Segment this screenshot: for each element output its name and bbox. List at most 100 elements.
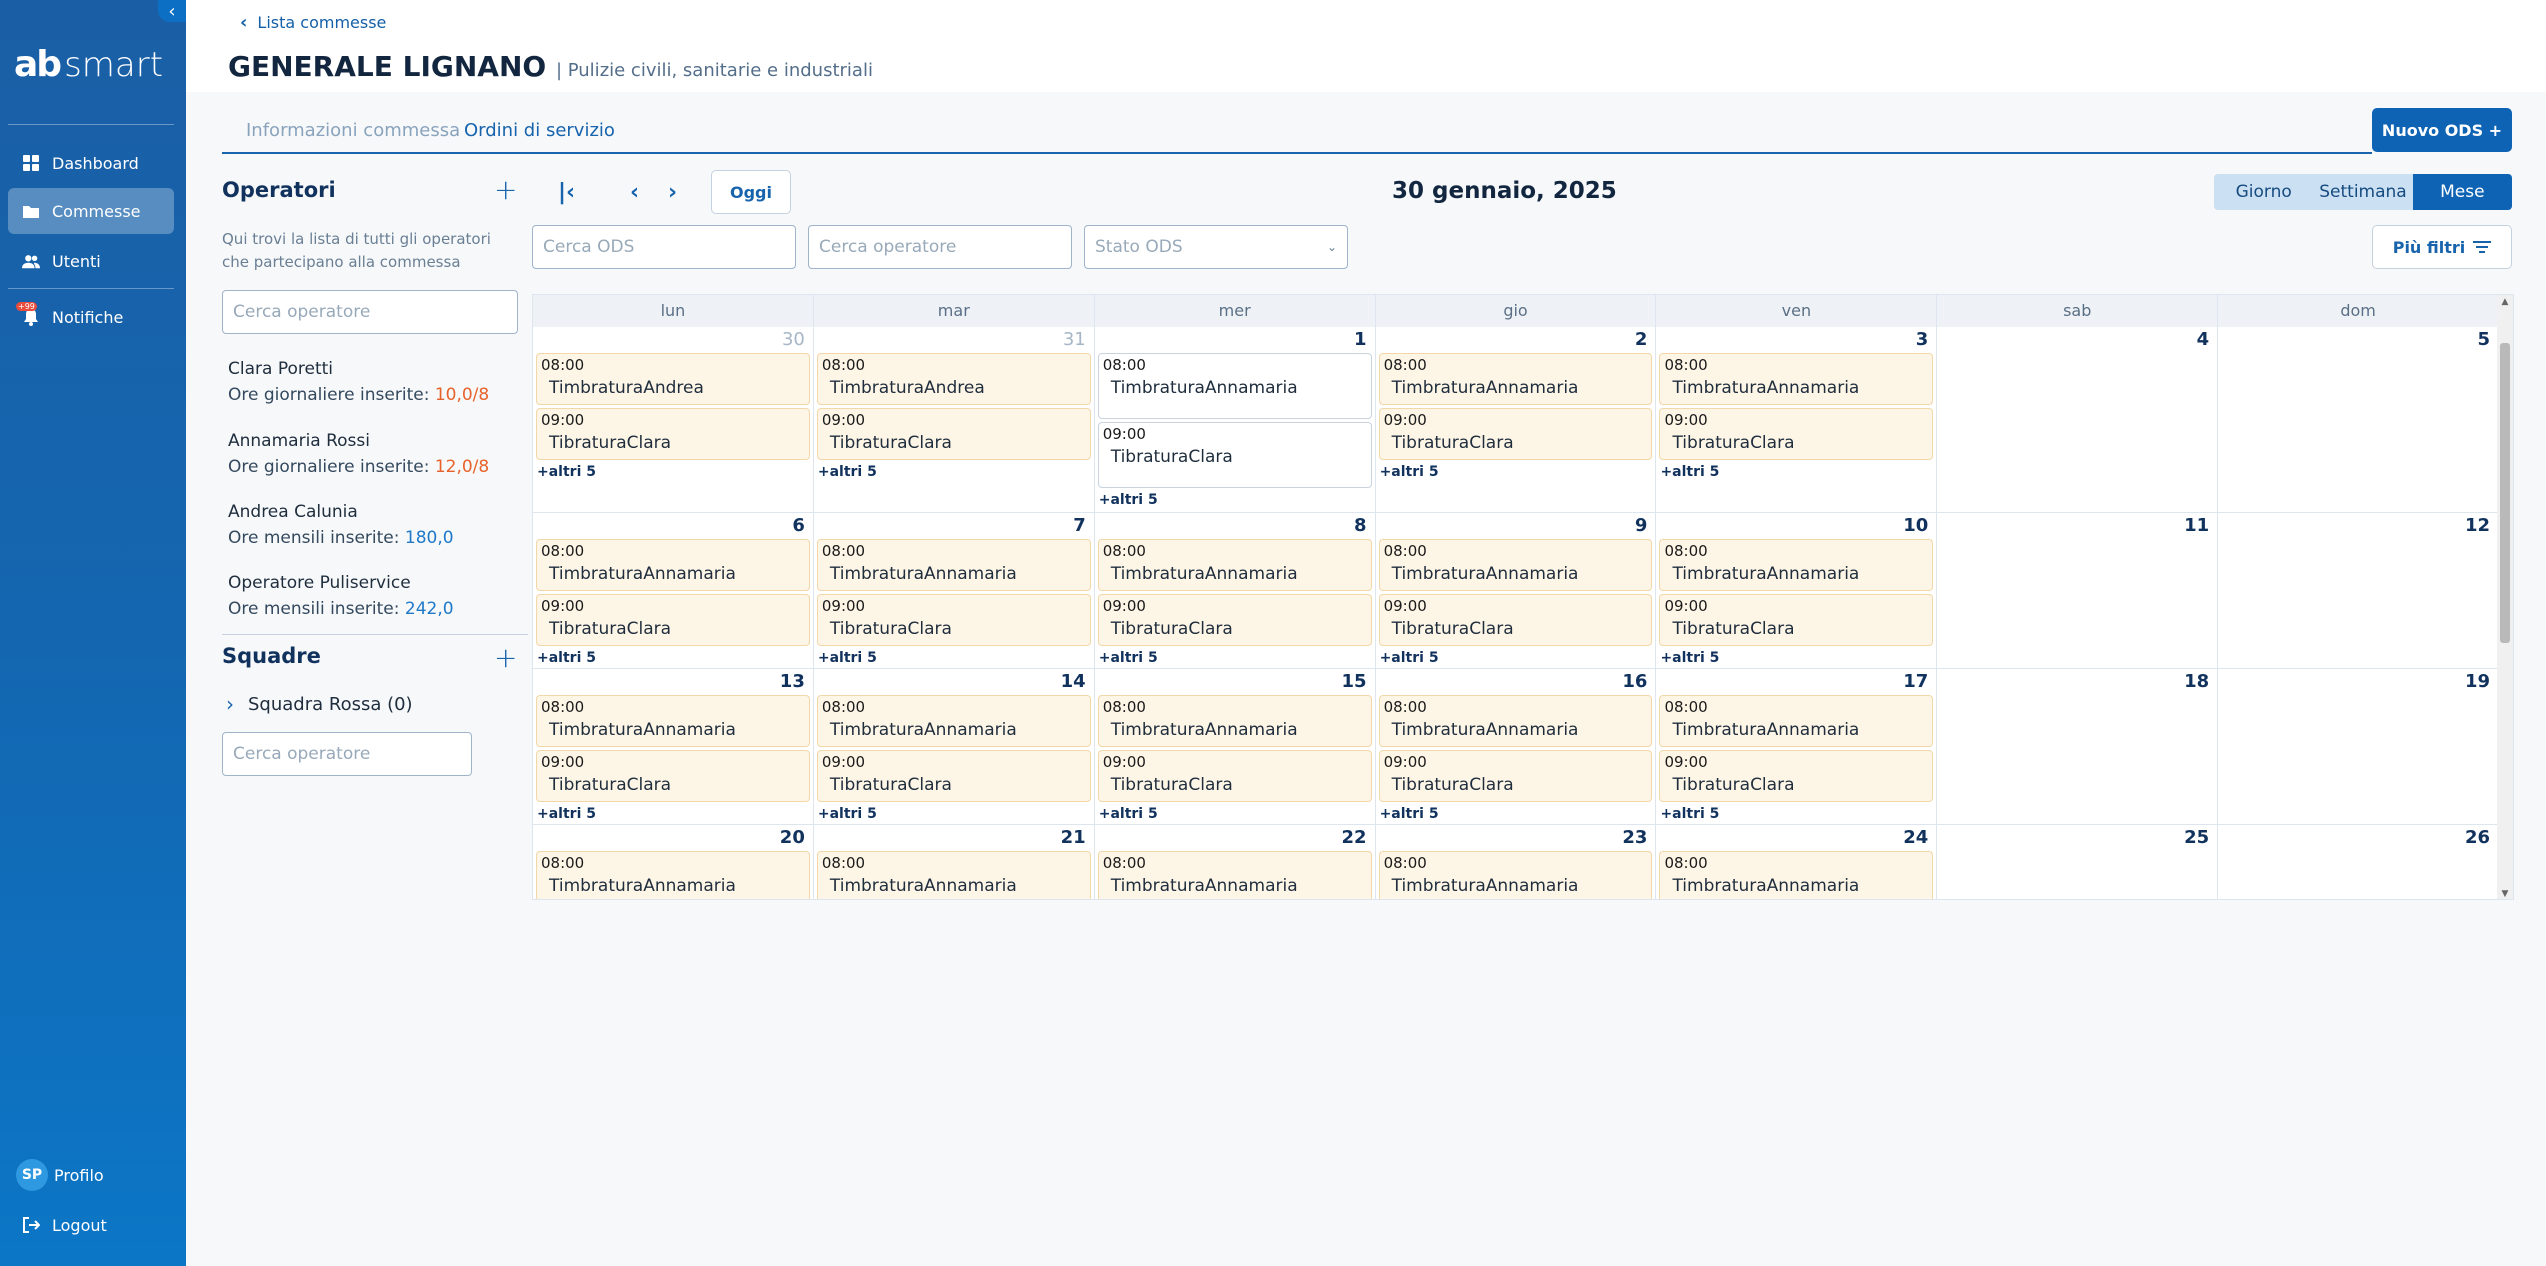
calendar-operator-search-input[interactable]: Cerca operatore [808, 225, 1072, 269]
calendar-day[interactable]: 16 08:00 TimbraturaAnnamaria 09:00 Tibratura… [1376, 669, 1657, 824]
ods-search-input[interactable]: Cerca ODS [532, 225, 796, 269]
calendar-event[interactable]: 09:00 TibraturaClara [1659, 408, 1934, 460]
operator-item[interactable]: Clara Poretti Ore giornaliere inserite: … [228, 356, 489, 408]
calendar-day[interactable]: 20 08:00 TimbraturaAnnamaria [533, 825, 814, 899]
add-team-button[interactable]: + [494, 644, 517, 672]
team-operator-search-input[interactable]: Cerca operatore [222, 732, 472, 776]
calendar-day[interactable]: 7 08:00 TimbraturaAnnamaria 09:00 TibraturaC… [814, 513, 1095, 668]
calendar-event[interactable]: 09:00 TibraturaClara [1378, 750, 1653, 802]
sidebar-item-dashboard[interactable]: Dashboard [8, 140, 174, 186]
calendar-event[interactable]: 08:00 TimbraturaAnnamaria [1659, 851, 1934, 899]
calendar-event[interactable]: 08:00 TimbraturaAnnamaria [1378, 695, 1653, 747]
more-events-link[interactable]: +altri 5 [533, 805, 813, 823]
calendar-day[interactable]: 3 08:00 TimbraturaAnnamaria 09:00 TibraturaC… [1656, 327, 1938, 512]
calendar-day[interactable]: 12 [2218, 513, 2500, 668]
view-day-button[interactable]: Giorno [2214, 174, 2313, 210]
calendar-event[interactable]: 08:00 TimbraturaAnnamaria [1378, 353, 1653, 405]
scroll-up-icon[interactable]: ▲ [2500, 297, 2510, 307]
calendar-day[interactable]: 13 08:00 TimbraturaAnnamaria 09:00 Tibratura… [533, 669, 814, 824]
calendar-event[interactable]: 08:00 TimbraturaAnnamaria [536, 851, 810, 899]
calendar-event[interactable]: 09:00 TibraturaClara [536, 594, 810, 646]
first-page-button[interactable]: |‹ [558, 180, 575, 205]
calendar-event[interactable]: 09:00 TibraturaClara [1378, 408, 1653, 460]
calendar-event[interactable]: 08:00 TimbraturaAnnamaria [816, 695, 1091, 747]
operator-item[interactable]: Annamaria Rossi Ore giornaliere inserite… [228, 428, 489, 480]
calendar-event[interactable]: 08:00 TimbraturaAnnamaria [816, 851, 1091, 899]
calendar-event[interactable]: 08:00 TimbraturaAndrea [816, 353, 1091, 405]
calendar-day[interactable]: 22 08:00 TimbraturaAnnamaria [1095, 825, 1376, 899]
calendar-event[interactable]: 09:00 TibraturaClara [536, 750, 810, 802]
calendar-day[interactable]: 18 [1937, 669, 2219, 824]
calendar-day[interactable]: 5 [2218, 327, 2500, 512]
more-events-link[interactable]: +altri 5 [1095, 649, 1375, 667]
tab-ordini-di-servizio[interactable]: Ordini di servizio [464, 120, 615, 141]
calendar-event[interactable]: 09:00 TibraturaClara [1378, 594, 1653, 646]
calendar-day[interactable]: 25 [1937, 825, 2219, 899]
more-events-link[interactable]: +altri 5 [533, 649, 813, 667]
calendar-day[interactable]: 26 [2218, 825, 2500, 899]
view-week-button[interactable]: Settimana [2313, 174, 2412, 210]
calendar-event[interactable]: 09:00 TibraturaClara [816, 594, 1091, 646]
calendar-day[interactable]: 2 08:00 TimbraturaAnnamaria 09:00 TibraturaC… [1376, 327, 1657, 512]
calendar-event[interactable]: 08:00 TimbraturaAndrea [536, 353, 810, 405]
calendar-day[interactable]: 31 08:00 TimbraturaAndrea 09:00 TibraturaCla… [814, 327, 1095, 512]
calendar-day[interactable]: 19 [2218, 669, 2500, 824]
calendar-event[interactable]: 09:00 TibraturaClara [1659, 594, 1934, 646]
more-events-link[interactable]: +altri 5 [533, 463, 813, 481]
calendar-day[interactable]: 17 08:00 TimbraturaAnnamaria 09:00 Tibratura… [1656, 669, 1938, 824]
more-events-link[interactable]: +altri 5 [814, 649, 1094, 667]
more-events-link[interactable]: +altri 5 [814, 463, 1094, 481]
calendar-event[interactable]: 08:00 TimbraturaAnnamaria [1097, 695, 1372, 747]
more-events-link[interactable]: +altri 5 [1656, 463, 1936, 481]
calendar-event[interactable]: 09:00 TibraturaClara [1659, 750, 1934, 802]
more-events-link[interactable]: +altri 5 [814, 805, 1094, 823]
sidebar-item-profilo[interactable]: SP Profilo [8, 1152, 174, 1198]
ods-status-select[interactable]: Stato ODS ⌄ [1084, 225, 1348, 269]
scroll-down-icon[interactable]: ▼ [2500, 889, 2510, 899]
back-link[interactable]: ‹ Lista commesse [240, 12, 386, 33]
calendar-day[interactable]: 9 08:00 TimbraturaAnnamaria 09:00 TibraturaC… [1376, 513, 1657, 668]
calendar-day[interactable]: 6 08:00 TimbraturaAnnamaria 09:00 TibraturaC… [533, 513, 814, 668]
scrollbar-thumb[interactable] [2500, 343, 2510, 643]
calendar-event[interactable]: 09:00 TibraturaClara [1097, 594, 1372, 646]
calendar-event[interactable]: 08:00 TimbraturaAnnamaria [1659, 695, 1934, 747]
prev-button[interactable]: ‹ [630, 180, 639, 205]
more-events-link[interactable]: +altri 5 [1376, 649, 1656, 667]
tab-informazioni-commessa[interactable]: Informazioni commessa [246, 120, 460, 141]
calendar-event[interactable]: 09:00 TibraturaClara [1097, 422, 1372, 488]
calendar-event[interactable]: 08:00 TimbraturaAnnamaria [1378, 539, 1653, 591]
calendar-day[interactable]: 15 08:00 TimbraturaAnnamaria 09:00 Tibratura… [1095, 669, 1376, 824]
calendar-event[interactable]: 09:00 TibraturaClara [816, 408, 1091, 460]
calendar-day[interactable]: 11 [1937, 513, 2219, 668]
calendar-event[interactable]: 08:00 TimbraturaAnnamaria [1097, 851, 1372, 899]
calendar-event[interactable]: 09:00 TibraturaClara [816, 750, 1091, 802]
add-operator-button[interactable]: + [494, 176, 517, 204]
more-events-link[interactable]: +altri 5 [1095, 805, 1375, 823]
more-events-link[interactable]: +altri 5 [1095, 491, 1375, 509]
operator-item[interactable]: Operatore Puliservice Ore mensili inseri… [228, 570, 454, 622]
calendar-scrollbar[interactable]: ▲ ▼ [2497, 295, 2513, 899]
more-events-link[interactable]: +altri 5 [1656, 805, 1936, 823]
view-month-button[interactable]: Mese [2412, 174, 2512, 210]
more-filters-button[interactable]: Più filtri [2372, 225, 2512, 269]
calendar-event[interactable]: 08:00 TimbraturaAnnamaria [1097, 353, 1372, 419]
team-item[interactable]: › Squadra Rossa (0) [226, 692, 413, 716]
more-events-link[interactable]: +altri 5 [1376, 463, 1656, 481]
calendar-day[interactable]: 30 08:00 TimbraturaAndrea 09:00 TibraturaCla… [533, 327, 814, 512]
calendar-day[interactable]: 1 08:00 TimbraturaAnnamaria 09:00 TibraturaC… [1095, 327, 1376, 512]
calendar-event[interactable]: 08:00 TimbraturaAnnamaria [1659, 353, 1934, 405]
operator-search-input[interactable]: Cerca operatore [222, 290, 518, 334]
calendar-event[interactable]: 08:00 TimbraturaAnnamaria [536, 539, 810, 591]
calendar-day[interactable]: 23 08:00 TimbraturaAnnamaria [1376, 825, 1657, 899]
more-events-link[interactable]: +altri 5 [1656, 649, 1936, 667]
calendar-day[interactable]: 14 08:00 TimbraturaAnnamaria 09:00 Tibratura… [814, 669, 1095, 824]
sidebar-item-commesse[interactable]: Commesse [8, 188, 174, 234]
operator-item[interactable]: Andrea Calunia Ore mensili inserite: 180… [228, 499, 454, 551]
calendar-day[interactable]: 21 08:00 TimbraturaAnnamaria [814, 825, 1095, 899]
calendar-event[interactable]: 08:00 TimbraturaAnnamaria [1378, 851, 1653, 899]
logout-button[interactable]: Logout [8, 1202, 174, 1248]
collapse-sidebar-button[interactable]: ‹ [158, 0, 186, 22]
calendar-day[interactable]: 24 08:00 TimbraturaAnnamaria [1656, 825, 1938, 899]
sidebar-item-notifiche[interactable]: +99 Notifiche [8, 294, 174, 340]
calendar-event[interactable]: 08:00 TimbraturaAnnamaria [1097, 539, 1372, 591]
